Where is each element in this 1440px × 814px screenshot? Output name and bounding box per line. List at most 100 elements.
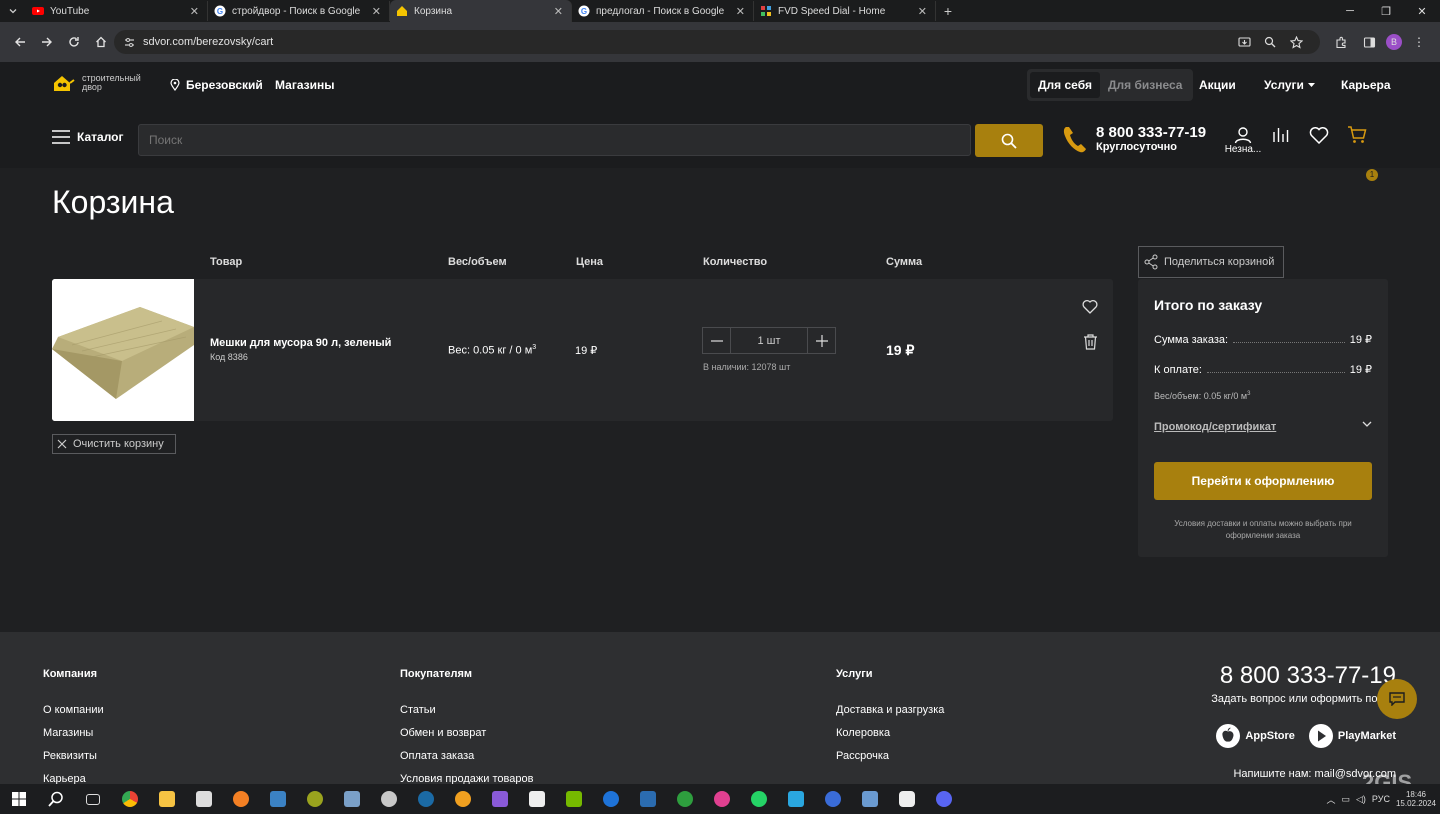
whatsapp-taskbar[interactable] [740, 784, 777, 814]
discord-taskbar[interactable] [925, 784, 962, 814]
product-name[interactable]: Мешки для мусора 90 л, зеленый [210, 337, 391, 349]
app-taskbar[interactable] [888, 784, 925, 814]
career-link[interactable]: Карьера [1341, 78, 1391, 92]
browser-tab[interactable]: YouTube ✕ [26, 1, 208, 21]
city-selector[interactable]: Березовский [170, 78, 263, 92]
tray-chevron-icon[interactable]: ︿ [1326, 793, 1335, 806]
favorites-button[interactable] [1300, 126, 1338, 155]
checkout-button[interactable]: Перейти к оформлению [1154, 462, 1372, 500]
cart-button[interactable] [1338, 126, 1376, 155]
browser-tab[interactable]: G стройдвор - Поиск в Google ✕ [208, 1, 390, 21]
new-tab-button[interactable]: + [936, 3, 960, 19]
search-button[interactable] [975, 124, 1043, 157]
close-icon[interactable]: ✕ [736, 5, 745, 18]
profile-avatar[interactable]: B [1386, 34, 1402, 50]
language-indicator[interactable]: РУС [1372, 794, 1390, 804]
clock[interactable]: 18:46 15.02.2024 [1396, 790, 1436, 808]
browser-tab[interactable]: G предлогал - Поиск в Google ✕ [572, 1, 754, 21]
tab-search-button[interactable] [0, 0, 26, 22]
url-text[interactable]: sdvor.com/berezovsky/cart [143, 36, 273, 48]
install-icon[interactable] [1234, 32, 1254, 52]
app-taskbar[interactable] [518, 784, 555, 814]
app-taskbar[interactable] [222, 784, 259, 814]
close-icon[interactable]: ✕ [554, 5, 563, 18]
extensions-puzzle-icon[interactable] [1330, 31, 1352, 53]
appstore-link[interactable]: AppStore [1216, 724, 1295, 748]
footer-link[interactable]: Статьи [400, 704, 533, 716]
product-image[interactable] [52, 279, 194, 421]
volume-icon[interactable]: ◁) [1356, 794, 1366, 805]
increase-button[interactable] [808, 328, 835, 353]
footer-link[interactable]: Доставка и разгрузка [836, 704, 944, 716]
promos-link[interactable]: Акции [1199, 78, 1236, 92]
app-taskbar[interactable] [185, 784, 222, 814]
back-button[interactable] [6, 28, 33, 56]
clear-cart-button[interactable]: Очистить корзину [52, 434, 176, 454]
footer-ask[interactable]: Задать вопрос или оформить поку... [1211, 693, 1396, 705]
more-menu-icon[interactable]: ⋮ [1408, 31, 1430, 53]
footer-link[interactable]: Рассрочка [836, 750, 944, 762]
app-taskbar[interactable] [703, 784, 740, 814]
app-taskbar[interactable] [259, 784, 296, 814]
app-taskbar[interactable] [444, 784, 481, 814]
app-taskbar[interactable] [777, 784, 814, 814]
remove-item-button[interactable] [1083, 334, 1098, 350]
share-cart-button[interactable]: Поделиться корзиной [1138, 246, 1284, 278]
restore-icon[interactable]: ❐ [1368, 0, 1404, 22]
reload-button[interactable] [60, 28, 87, 56]
footer-link[interactable]: Оплата заказа [400, 750, 533, 762]
close-window-icon[interactable]: ✕ [1404, 0, 1440, 22]
minimize-icon[interactable]: ─ [1332, 0, 1368, 22]
site-logo[interactable]: строительный двор [52, 73, 141, 93]
zoom-icon[interactable] [1260, 32, 1280, 52]
bookmark-star-icon[interactable] [1286, 32, 1306, 52]
close-icon[interactable]: ✕ [372, 5, 381, 18]
start-button[interactable] [0, 784, 37, 814]
nvidia-taskbar[interactable] [555, 784, 592, 814]
task-view-button[interactable] [74, 784, 111, 814]
chrome-taskbar[interactable] [111, 784, 148, 814]
compare-button[interactable] [1262, 126, 1300, 155]
footer-link[interactable]: Обмен и возврат [400, 727, 533, 739]
close-icon[interactable]: ✕ [918, 5, 927, 18]
promo-toggle[interactable]: Промокод/сертификат [1154, 421, 1372, 433]
footer-link[interactable]: Колеровка [836, 727, 944, 739]
xbox-taskbar[interactable] [666, 784, 703, 814]
segment-business[interactable]: Для бизнеса [1100, 72, 1191, 98]
search-input[interactable] [138, 124, 971, 156]
network-icon[interactable]: ▭ [1341, 794, 1350, 805]
steam-taskbar[interactable] [407, 784, 444, 814]
explorer-taskbar[interactable] [148, 784, 185, 814]
footer-link[interactable]: Реквизиты [43, 750, 104, 762]
playmarket-link[interactable]: PlayMarket [1308, 724, 1396, 748]
stores-link[interactable]: Магазины [275, 78, 334, 92]
add-to-favorites-button[interactable] [1082, 299, 1098, 314]
forward-button[interactable] [33, 28, 60, 56]
footer-link[interactable]: О компании [43, 704, 104, 716]
close-icon[interactable]: ✕ [190, 5, 199, 18]
chat-button[interactable] [1377, 679, 1417, 719]
browser-tab[interactable]: FVD Speed Dial - Home ✕ [754, 1, 936, 21]
account-button[interactable]: Незна... [1224, 126, 1262, 155]
side-panel-icon[interactable] [1358, 31, 1380, 53]
app-taskbar[interactable] [481, 784, 518, 814]
footer-link[interactable]: Магазины [43, 727, 104, 739]
decrease-button[interactable] [703, 328, 730, 353]
catalog-button[interactable]: Каталог [52, 130, 124, 144]
services-menu[interactable]: Услуги [1264, 78, 1315, 92]
home-button[interactable] [87, 28, 114, 56]
hotline[interactable]: 8 800 333-77-19 Круглосуточно [1062, 124, 1206, 154]
search-taskbar[interactable] [37, 784, 74, 814]
app-taskbar[interactable] [296, 784, 333, 814]
site-info-icon[interactable] [124, 37, 135, 48]
browser-tab-active[interactable]: Корзина ✕ [390, 0, 572, 22]
segment-personal[interactable]: Для себя [1030, 72, 1100, 98]
app-taskbar[interactable] [370, 784, 407, 814]
app-taskbar[interactable] [814, 784, 851, 814]
address-bar[interactable]: sdvor.com/berezovsky/cart [114, 30, 1320, 54]
app-taskbar[interactable] [629, 784, 666, 814]
app-taskbar[interactable] [333, 784, 370, 814]
quantity-input[interactable]: 1 шт [730, 328, 808, 353]
footer-phone[interactable]: 8 800 333-77-19 [1220, 662, 1396, 690]
app-taskbar[interactable] [592, 784, 629, 814]
